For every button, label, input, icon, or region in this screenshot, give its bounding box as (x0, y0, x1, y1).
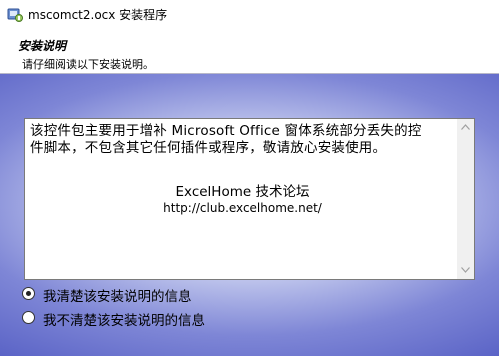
radio-dot (26, 291, 31, 296)
notes-signature: ExcelHome 技术论坛 (175, 184, 310, 200)
chevron-down-icon (461, 267, 470, 273)
header-title: 安装说明 (18, 39, 67, 53)
notes-line-2: 件脚本，不包含其它任何插件或程序，敬请放心安装使用。 (30, 140, 387, 156)
instructions-header: 安装说明 请仔细阅读以下安装说明。 (0, 28, 499, 74)
window-title: mscomct2.ocx 安装程序 (28, 8, 168, 22)
header-subtitle: 请仔细阅读以下安装说明。 (22, 58, 154, 71)
chevron-up-icon (461, 124, 470, 130)
scroll-up-button[interactable] (457, 119, 474, 136)
title-bar: mscomct2.ocx 安装程序 (0, 0, 499, 28)
notes-textbox[interactable]: 该控件包主要用于增补 Microsoft Office 窗体系统部分丢失的控 件… (24, 118, 475, 280)
notes-content: 该控件包主要用于增补 Microsoft Office 窗体系统部分丢失的控 件… (30, 119, 455, 279)
notes-url: http://club.excelhome.net/ (163, 201, 322, 215)
scroll-down-button[interactable] (457, 262, 474, 279)
setup-icon (7, 6, 23, 22)
radio-button-unselected[interactable] (22, 311, 35, 324)
radio-button-selected[interactable] (22, 287, 35, 300)
radio-label-understand[interactable]: 我清楚该安装说明的信息 (43, 285, 192, 305)
vertical-scrollbar[interactable] (457, 119, 474, 279)
radio-label-not-understand[interactable]: 我不清楚该安装说明的信息 (43, 309, 205, 329)
